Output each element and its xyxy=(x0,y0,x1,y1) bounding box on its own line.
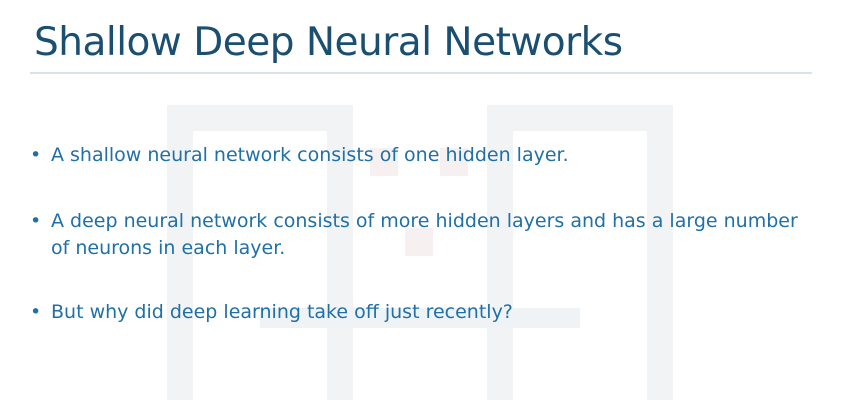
bullet-text: A shallow neural network consists of one… xyxy=(51,144,569,166)
bullet-marker: • xyxy=(30,210,42,232)
bullet-text: A deep neural network consists of more h… xyxy=(51,210,798,259)
bullet-item: • But why did deep learning take off jus… xyxy=(30,299,820,326)
bullet-list: • A shallow neural network consists of o… xyxy=(30,142,820,365)
bullet-marker: • xyxy=(30,144,42,166)
bullet-text: But why did deep learning take off just … xyxy=(51,301,513,323)
title-divider xyxy=(30,72,812,74)
slide-title: Shallow Deep Neural Networks xyxy=(34,20,623,65)
slide: Shallow Deep Neural Networks • A shallow… xyxy=(0,0,850,400)
bullet-item: • A shallow neural network consists of o… xyxy=(30,142,820,169)
bullet-item: • A deep neural network consists of more… xyxy=(30,208,820,262)
bullet-marker: • xyxy=(30,301,42,323)
